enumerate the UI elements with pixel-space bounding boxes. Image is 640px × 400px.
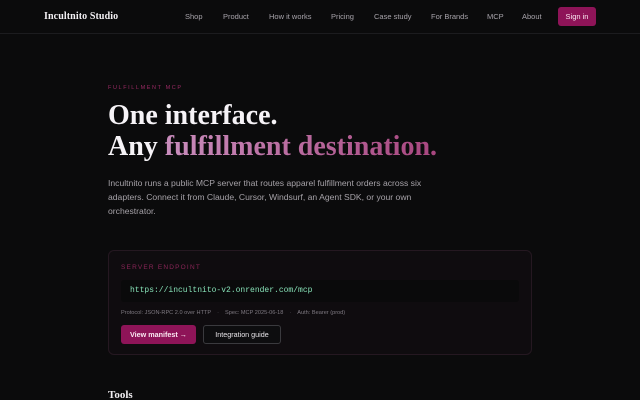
nav-link-mcp[interactable]: MCP (487, 12, 504, 21)
page: Incultnito Studio Shop Product How it wo… (0, 0, 640, 400)
endpoint-label: SERVER ENDPOINT (121, 264, 202, 271)
hero-lead: Incultnito runs a public MCP server that… (108, 178, 422, 216)
sign-in-button[interactable]: Sign in (558, 7, 596, 26)
nav-link-shop[interactable]: Shop (185, 12, 203, 21)
endpoint-meta: Protocol: JSON-RPC 2.0 over HTTP · Spec: M… (121, 310, 345, 320)
nav-link-about[interactable]: About (522, 12, 542, 21)
integration-guide-button[interactable]: Integration guide (203, 325, 281, 344)
nav-link-case-study[interactable]: Case study (374, 12, 412, 21)
server-endpoint-card: SERVER ENDPOINT https://incultnito-v2.on… (108, 250, 532, 355)
meta-separator: · (289, 310, 292, 316)
view-manifest-button[interactable]: View manifest → (121, 325, 196, 344)
top-nav: Incultnito Studio Shop Product How it wo… (0, 0, 640, 34)
hero-title-highlight: fulfillment destination. (164, 131, 438, 162)
nav-links: Shop Product How it works Pricing Case s… (0, 12, 640, 24)
nav-link-for-brands[interactable]: For Brands (431, 12, 468, 21)
tools-heading: Tools (108, 389, 133, 400)
meta-separator: · (217, 310, 220, 316)
hero-eyebrow: FULFILLMENT MCP (108, 85, 183, 91)
nav-link-pricing[interactable]: Pricing (331, 12, 354, 21)
nav-link-how-it-works[interactable]: How it works (269, 12, 312, 21)
protocol-info: Protocol: JSON-RPC 2.0 over HTTP (121, 310, 212, 316)
nav-link-product[interactable]: Product (223, 12, 249, 21)
hero-title-prefix: Any (108, 131, 165, 162)
auth-info: Auth: Bearer (prod) (297, 310, 346, 316)
hero-title-line1: One interface. (108, 100, 278, 131)
hero-title-line2: Any fulfillment destination. (108, 131, 608, 162)
spec-info: Spec: MCP 2025-06-18 (225, 310, 284, 316)
endpoint-url[interactable]: https://incultnito-v2.onrender.com/mcp (121, 280, 519, 302)
